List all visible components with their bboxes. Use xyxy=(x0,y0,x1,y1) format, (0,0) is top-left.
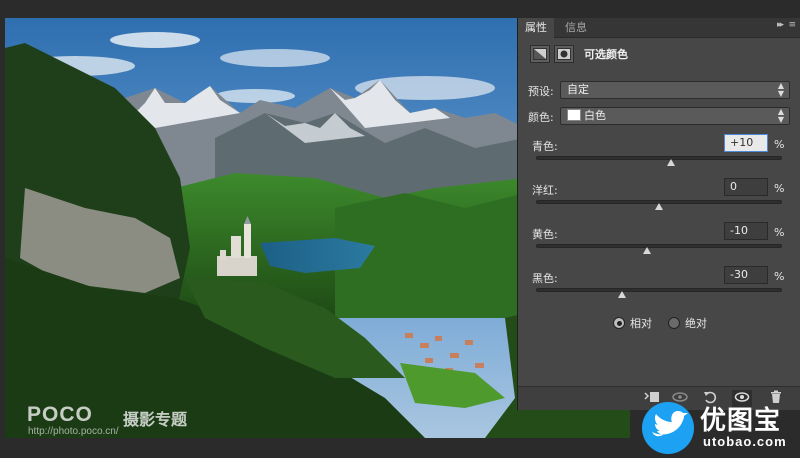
poco-watermark: POCO xyxy=(27,403,93,426)
slider-label: 黄色: xyxy=(532,228,558,241)
method-radio-group: 相对 绝对 xyxy=(613,315,707,331)
collapse-panel-icon[interactable]: ▸▸ xyxy=(777,20,784,30)
properties-panel: 属性 信息 ▸▸ ≡ 可选颜色 预设: 自定 ▲ ▼ 颜色: 白色 ▲ ▼ 青色: … xyxy=(517,18,800,410)
adjustment-title: 可选颜色 xyxy=(584,48,628,61)
tab-properties[interactable]: 属性 xyxy=(518,18,554,38)
adjustment-header: 可选颜色 xyxy=(530,43,628,65)
utobao-logo: 优图宝 utobao.com xyxy=(636,398,800,458)
tab-info[interactable]: 信息 xyxy=(558,18,594,38)
black-slider-track[interactable] xyxy=(536,288,782,292)
yellow-slider-thumb[interactable] xyxy=(642,247,651,254)
magenta-slider-thumb[interactable] xyxy=(655,203,663,210)
panel-tab-bar: 属性 信息 ▸▸ ≡ xyxy=(518,18,800,38)
absolute-option: 绝对 xyxy=(668,315,707,331)
percent-sign: % xyxy=(774,182,785,195)
cyan-slider-thumb[interactable] xyxy=(667,159,676,166)
logo-name: 优图宝 xyxy=(700,406,782,436)
percent-sign: % xyxy=(774,270,785,283)
relative-radio[interactable] xyxy=(613,317,625,329)
absolute-label: 绝对 xyxy=(685,317,707,330)
absolute-radio[interactable] xyxy=(668,317,680,329)
percent-sign: % xyxy=(774,138,785,151)
black-slider-thumb[interactable] xyxy=(618,291,627,298)
yellow-value-input[interactable]: -10 xyxy=(724,222,768,240)
preset-select[interactable]: 自定 ▲ ▼ xyxy=(560,81,790,99)
select-arrows-icon: ▲ ▼ xyxy=(777,81,784,98)
colors-select[interactable]: 白色 ▲ ▼ xyxy=(560,107,790,125)
white-swatch xyxy=(567,109,581,121)
relative-label: 相对 xyxy=(630,317,652,330)
colors-value: 白色 xyxy=(584,109,606,122)
slider-label: 洋红: xyxy=(532,184,558,197)
poco-watermark-url: http://photo.poco.cn/ xyxy=(28,426,119,437)
slider-label: 黑色: xyxy=(532,272,558,285)
adjustment-layer-icon[interactable] xyxy=(530,45,550,63)
mask-icon[interactable] xyxy=(554,45,574,63)
poco-watermark-subtitle: 摄影专题 xyxy=(123,410,188,429)
magenta-value-input[interactable]: 0 xyxy=(724,178,768,196)
preset-label: 预设: xyxy=(528,85,554,98)
logo-domain: utobao.com xyxy=(703,434,787,449)
percent-sign: % xyxy=(774,226,785,239)
cyan-value-input[interactable]: +10 xyxy=(724,134,768,152)
slider-label: 青色: xyxy=(532,140,558,153)
preset-value: 自定 xyxy=(567,83,589,96)
cyan-slider-track[interactable] xyxy=(536,156,782,160)
panel-menu-icon[interactable]: ≡ xyxy=(788,20,796,30)
bird-logo-icon xyxy=(642,402,694,454)
yellow-slider-track[interactable] xyxy=(536,244,782,248)
black-value-input[interactable]: -30 xyxy=(724,266,768,284)
colors-label: 颜色: xyxy=(528,111,554,124)
select-arrows-icon: ▲ ▼ xyxy=(777,107,784,124)
